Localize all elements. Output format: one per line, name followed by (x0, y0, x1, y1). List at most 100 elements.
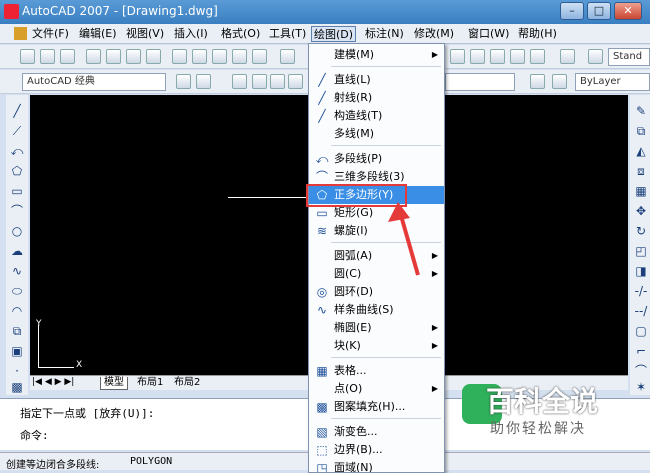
command-prompt[interactable]: 命令: (20, 427, 49, 443)
open-icon[interactable] (40, 49, 55, 64)
maximize-button[interactable]: □ (587, 2, 611, 20)
autocad-app-icon[interactable] (4, 4, 19, 19)
polyline-tool-icon[interactable]: ⤺ (9, 143, 25, 159)
array-tool-icon[interactable]: ▦ (633, 183, 649, 199)
menu-item-construction-line[interactable]: ╱ 构造线(T) (309, 107, 444, 125)
polygon-tool-icon[interactable]: ⬠ (9, 163, 25, 179)
explode-tool-icon[interactable]: ✶ (633, 379, 649, 395)
menu-item-hatch[interactable]: ▩ 图案填充(H)... (309, 398, 444, 416)
insert-block-icon[interactable]: ⧉ (9, 323, 25, 339)
make-current-icon[interactable] (530, 74, 545, 89)
workspace-select[interactable]: AutoCAD 经典 (22, 73, 166, 91)
tab-layout1[interactable]: 布局1 (134, 377, 166, 389)
menu-item-spline[interactable]: ∿ 样条曲线(S) (309, 301, 444, 319)
menu-help[interactable]: 帮助(H) (516, 26, 559, 42)
text-style-select[interactable]: Stand (608, 48, 650, 66)
menu-item-multiline[interactable]: 多线(M) (309, 125, 444, 143)
copy-tool-icon[interactable]: ⧉ (633, 123, 649, 139)
spline-tool-icon[interactable]: ∿ (9, 263, 25, 279)
menu-item-point[interactable]: 点(O) ▶ (309, 380, 444, 398)
menu-item-ray[interactable]: ╱ 射线(R) (309, 89, 444, 107)
xline-tool-icon[interactable]: ⟋ (9, 123, 25, 139)
menu-tools[interactable]: 工具(T) (267, 26, 308, 42)
sun-icon[interactable] (270, 74, 285, 89)
chamfer-tool-icon[interactable]: ⌐ (633, 343, 649, 359)
print-icon[interactable] (86, 49, 101, 64)
break-tool-icon[interactable]: ▢ (633, 323, 649, 339)
layer-manager-icon[interactable] (232, 74, 247, 89)
menu-draw[interactable]: 绘图(D) (311, 26, 357, 42)
circle-tool-icon[interactable]: ○ (9, 223, 25, 239)
menu-item-polyline[interactable]: ⤺ 多段线(P) (309, 150, 444, 168)
fillet-tool-icon[interactable]: ⌒ (633, 363, 649, 379)
menu-view[interactable]: 视图(V) (124, 26, 166, 42)
erase-tool-icon[interactable]: ✎ (633, 103, 649, 119)
offset-tool-icon[interactable]: ⧈ (633, 163, 649, 179)
menu-edit[interactable]: 编辑(E) (77, 26, 119, 42)
copy-icon[interactable] (192, 49, 207, 64)
cut-icon[interactable] (172, 49, 187, 64)
menu-item-gradient[interactable]: ▧ 渐变色... (309, 423, 444, 441)
menu-modify[interactable]: 修改(M) (412, 26, 456, 42)
help-icon[interactable] (560, 49, 575, 64)
3d-dwf-icon[interactable] (146, 49, 161, 64)
menu-file[interactable]: 文件(F) (30, 26, 71, 42)
menu-item-ellipse[interactable]: 椭圆(E) ▶ (309, 319, 444, 337)
layer-select[interactable] (445, 73, 515, 91)
block-editor-icon[interactable] (252, 49, 267, 64)
color-select[interactable]: ByLayer (575, 73, 650, 91)
menu-insert[interactable]: 插入(I) (172, 26, 210, 42)
menu-window[interactable]: 窗口(W) (466, 26, 511, 42)
publish-icon[interactable] (126, 49, 141, 64)
menu-item-modeling[interactable]: 建模(M) ▶ (309, 46, 444, 64)
markup-icon[interactable] (510, 49, 525, 64)
menu-item-table[interactable]: ▦ 表格... (309, 362, 444, 380)
menu-item-boundary[interactable]: ⬚ 边界(B)... (309, 441, 444, 459)
rotate-tool-icon[interactable]: ↻ (633, 223, 649, 239)
menu-format[interactable]: 格式(O) (219, 26, 262, 42)
scale-tool-icon[interactable]: ◰ (633, 243, 649, 259)
new-icon[interactable] (20, 49, 35, 64)
point-tool-icon[interactable]: · (9, 363, 25, 379)
menu-item-region[interactable]: ◳ 面域(N) (309, 459, 444, 472)
match-properties-icon[interactable] (232, 49, 247, 64)
menu-bar: 文件(F) 编辑(E) 视图(V) 插入(I) 格式(O) 工具(T) 绘图(D… (0, 24, 650, 44)
calculator-icon[interactable] (530, 49, 545, 64)
close-button[interactable]: ✕ (614, 2, 642, 20)
undo-icon[interactable] (280, 49, 295, 64)
plot-preview-icon[interactable] (106, 49, 121, 64)
make-block-icon[interactable]: ▣ (9, 343, 25, 359)
save-icon[interactable] (60, 49, 75, 64)
ellipse-tool-icon[interactable]: ⬭ (9, 283, 25, 299)
tab-model[interactable]: 模型 (100, 377, 128, 390)
hatch-tool-icon[interactable]: ▩ (9, 379, 25, 395)
tab-layout2[interactable]: 布局2 (171, 377, 203, 389)
revcloud-tool-icon[interactable]: ☁ (9, 243, 25, 259)
extend-tool-icon[interactable]: --/ (633, 303, 649, 319)
menu-item-block[interactable]: 块(K) ▶ (309, 337, 444, 355)
line-tool-icon[interactable]: ╱ (9, 103, 25, 119)
paste-icon[interactable] (212, 49, 227, 64)
menu-dimension[interactable]: 标注(N) (363, 26, 406, 42)
workspace-settings-icon[interactable] (176, 74, 191, 89)
rectangle-tool-icon[interactable]: ▭ (9, 183, 25, 199)
tool-palettes-icon[interactable] (470, 49, 485, 64)
arc-tool-icon[interactable]: ⌒ (9, 203, 25, 219)
text-style-icon[interactable] (588, 49, 603, 64)
lock-icon[interactable] (288, 74, 303, 89)
minimize-button[interactable]: – (560, 2, 584, 20)
trim-tool-icon[interactable]: -/- (633, 283, 649, 299)
tab-nav-arrows[interactable]: |◀ ◀ ▶ ▶| (32, 377, 74, 387)
layer-previous-icon[interactable] (552, 74, 567, 89)
menu-item-donut[interactable]: ◎ 圆环(D) (309, 283, 444, 301)
save-workspace-icon[interactable] (196, 74, 211, 89)
menu-item-line[interactable]: ╱ 直线(L) (309, 71, 444, 89)
mirror-tool-icon[interactable]: ◭ (633, 143, 649, 159)
design-center-icon[interactable] (450, 49, 465, 64)
document-icon[interactable] (14, 27, 27, 40)
move-tool-icon[interactable]: ✥ (633, 203, 649, 219)
stretch-tool-icon[interactable]: ◨ (633, 263, 649, 279)
ellipse-arc-tool-icon[interactable]: ◠ (9, 303, 25, 319)
light-bulb-icon[interactable] (252, 74, 267, 89)
sheet-set-icon[interactable] (490, 49, 505, 64)
